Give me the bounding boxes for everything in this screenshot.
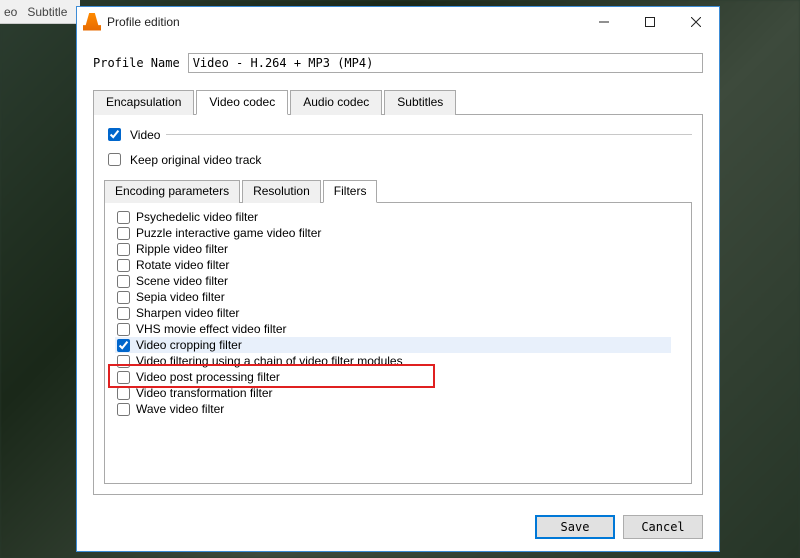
close-button[interactable]: [673, 7, 719, 37]
filter-label: Wave video filter: [136, 402, 224, 416]
filter-row[interactable]: Puzzle interactive game video filter: [115, 225, 671, 241]
save-button[interactable]: Save: [535, 515, 615, 539]
subtab-encoding-parameters[interactable]: Encoding parameters: [104, 180, 240, 203]
filter-label: Puzzle interactive game video filter: [136, 226, 321, 240]
dialog-content: Profile Name Encapsulation Video codec A…: [77, 37, 719, 505]
filters-pane: Psychedelic video filter Puzzle interacti…: [104, 203, 692, 484]
filter-checkbox[interactable]: [117, 211, 130, 224]
filter-row[interactable]: Psychedelic video filter: [115, 209, 671, 225]
filter-row[interactable]: Video cropping filter: [115, 337, 671, 353]
subtab-filters[interactable]: Filters: [323, 180, 378, 203]
filter-label: Sepia video filter: [136, 290, 225, 304]
filter-label: VHS movie effect video filter: [136, 322, 287, 336]
video-enable-box[interactable]: [108, 128, 121, 141]
keep-original-label: Keep original video track: [130, 153, 261, 167]
profile-name-label: Profile Name: [93, 56, 180, 70]
filter-label: Scene video filter: [136, 274, 228, 288]
filter-checkbox[interactable]: [117, 387, 130, 400]
filter-row[interactable]: Sepia video filter: [115, 289, 671, 305]
dialog-button-row: Save Cancel: [77, 505, 719, 551]
filter-label: Video cropping filter: [136, 338, 242, 352]
filter-checkbox[interactable]: [117, 259, 130, 272]
maximize-icon: [645, 17, 655, 27]
filter-checkbox[interactable]: [117, 355, 130, 368]
filter-label: Video transformation filter: [136, 386, 273, 400]
profile-name-input[interactable]: [188, 53, 703, 73]
tab-audio-codec[interactable]: Audio codec: [290, 90, 382, 115]
filter-row[interactable]: Sharpen video filter: [115, 305, 671, 321]
tab-encapsulation[interactable]: Encapsulation: [93, 90, 194, 115]
filter-row[interactable]: Video transformation filter: [115, 385, 671, 401]
filter-label: Video filtering using a chain of video f…: [136, 354, 403, 368]
filter-row[interactable]: Wave video filter: [115, 401, 671, 417]
minimize-button[interactable]: [581, 7, 627, 37]
filter-checkbox[interactable]: [117, 227, 130, 240]
filter-checkbox[interactable]: [117, 339, 130, 352]
tab-video-codec[interactable]: Video codec: [196, 90, 288, 115]
video-fieldset-line: Video: [104, 125, 692, 144]
profile-name-row: Profile Name: [93, 53, 703, 73]
filter-checkbox[interactable]: [117, 275, 130, 288]
filters-list[interactable]: Psychedelic video filter Puzzle interacti…: [105, 203, 691, 483]
filter-row[interactable]: Video post processing filter: [115, 369, 671, 385]
codec-tabs: Encapsulation Video codec Audio codec Su…: [93, 89, 703, 115]
window-title: Profile edition: [107, 15, 180, 29]
filter-row[interactable]: Video filtering using a chain of video f…: [115, 353, 671, 369]
titlebar: Profile edition: [77, 7, 719, 37]
filter-row[interactable]: Rotate video filter: [115, 257, 671, 273]
filter-label: Rotate video filter: [136, 258, 229, 272]
keep-original-box[interactable]: [108, 153, 121, 166]
filter-row[interactable]: Scene video filter: [115, 273, 671, 289]
bg-menu-fragment: eo: [4, 5, 17, 19]
bg-menu-subtitle: Subtitle: [27, 5, 67, 19]
video-enable-label: Video: [130, 128, 160, 142]
filter-label: Video post processing filter: [136, 370, 280, 384]
video-enable-checkbox[interactable]: Video: [104, 125, 160, 144]
tab-subtitles[interactable]: Subtitles: [384, 90, 456, 115]
filter-checkbox[interactable]: [117, 403, 130, 416]
filter-label: Sharpen video filter: [136, 306, 239, 320]
filter-checkbox[interactable]: [117, 371, 130, 384]
minimize-icon: [599, 17, 609, 27]
close-icon: [691, 17, 701, 27]
background-app-menubar: eo Subtitle: [0, 0, 80, 24]
video-sub-tabs: Encoding parameters Resolution Filters: [104, 179, 692, 203]
filter-checkbox[interactable]: [117, 291, 130, 304]
filter-row[interactable]: Ripple video filter: [115, 241, 671, 257]
filter-label: Ripple video filter: [136, 242, 228, 256]
maximize-button[interactable]: [627, 7, 673, 37]
filter-label: Psychedelic video filter: [136, 210, 258, 224]
subtab-resolution[interactable]: Resolution: [242, 180, 321, 203]
filter-checkbox[interactable]: [117, 307, 130, 320]
cancel-button[interactable]: Cancel: [623, 515, 703, 539]
fieldset-divider: [166, 134, 692, 135]
profile-edition-dialog: Profile edition Profile Name Encapsulati…: [76, 6, 720, 552]
video-codec-panel: Video Keep original video track Encoding…: [93, 115, 703, 495]
filter-row[interactable]: VHS movie effect video filter: [115, 321, 671, 337]
filter-checkbox[interactable]: [117, 323, 130, 336]
vlc-cone-icon: [83, 13, 101, 31]
keep-original-track-checkbox[interactable]: Keep original video track: [104, 150, 692, 169]
filter-checkbox[interactable]: [117, 243, 130, 256]
